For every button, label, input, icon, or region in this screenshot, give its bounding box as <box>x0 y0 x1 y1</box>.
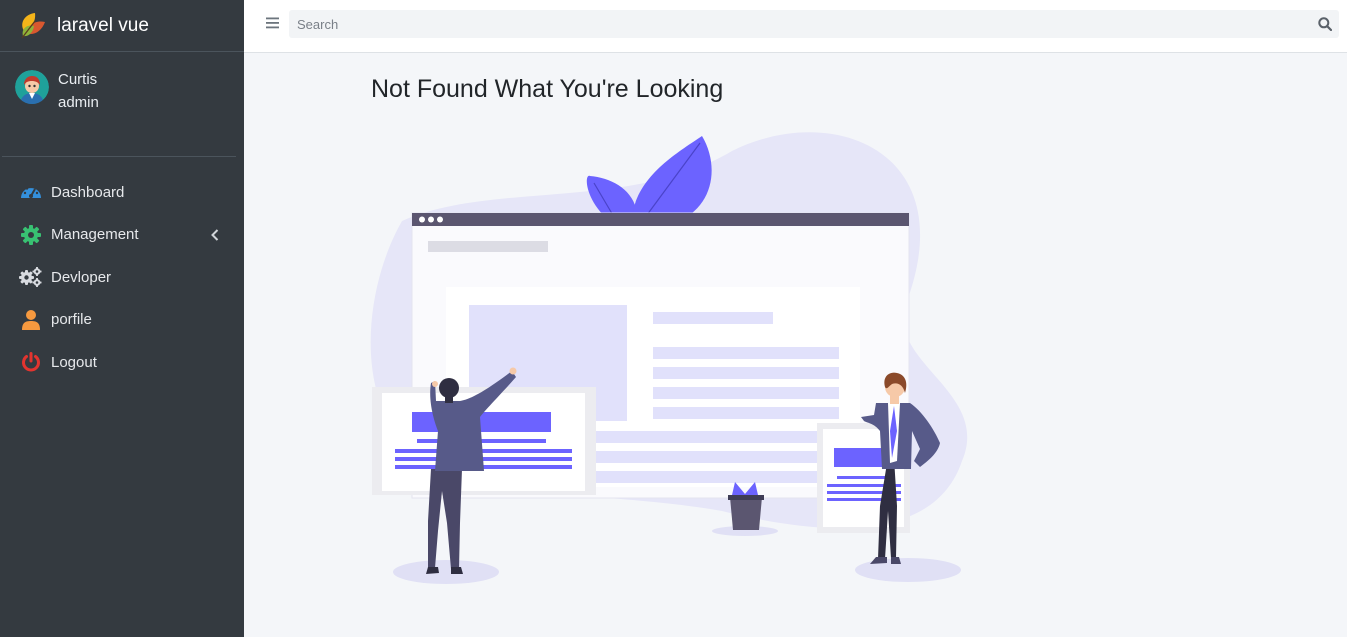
sidebar-item-label: Dashboard <box>51 183 125 201</box>
hamburger-menu-icon[interactable] <box>266 16 282 32</box>
chevron-left-icon <box>206 229 224 241</box>
user-name[interactable]: Curtis <box>58 68 99 91</box>
sidebar-item-logout[interactable]: Logout <box>0 341 244 384</box>
power-off-icon <box>19 351 43 373</box>
user-panel: Curtis admin <box>0 52 244 156</box>
brand-link[interactable]: laravel vue <box>0 0 244 52</box>
brand-logo-icon <box>21 12 45 38</box>
avatar-image <box>15 70 49 104</box>
search-icon <box>1318 17 1332 31</box>
tachometer-icon <box>19 181 43 203</box>
sidebar-item-dashboard[interactable]: Dashboard <box>0 171 244 214</box>
search-input[interactable] <box>289 10 1311 38</box>
sidebar-item-label: Devloper <box>51 268 112 286</box>
sidebar-item-porfile[interactable]: porfile <box>0 299 244 342</box>
sidebar: laravel vue Curtis admin Dashboard Manag… <box>0 0 244 637</box>
avatar[interactable] <box>15 70 49 104</box>
not-found-illustration <box>370 132 968 584</box>
sidebar-item-label: porfile <box>51 311 92 329</box>
user-role: admin <box>58 94 99 111</box>
sidebar-nav: Dashboard Management Devloper porfile Lo… <box>0 171 244 384</box>
sidebar-divider <box>2 156 236 157</box>
search-button[interactable] <box>1311 10 1339 38</box>
sidebar-item-management[interactable]: Management <box>0 214 244 257</box>
main-content: Not Found What You're Looking <box>244 53 1347 637</box>
sidebar-item-label: Management <box>51 226 139 244</box>
cog-icon <box>19 224 43 246</box>
sidebar-item-label: Logout <box>51 353 97 371</box>
page-title: Not Found What You're Looking <box>371 75 724 103</box>
top-navbar <box>244 0 1347 53</box>
sidebar-item-devloper[interactable]: Devloper <box>0 256 244 299</box>
brand-text: laravel vue <box>57 14 149 36</box>
cogs-icon <box>19 266 43 288</box>
search-box <box>289 10 1339 38</box>
user-icon <box>19 309 43 331</box>
